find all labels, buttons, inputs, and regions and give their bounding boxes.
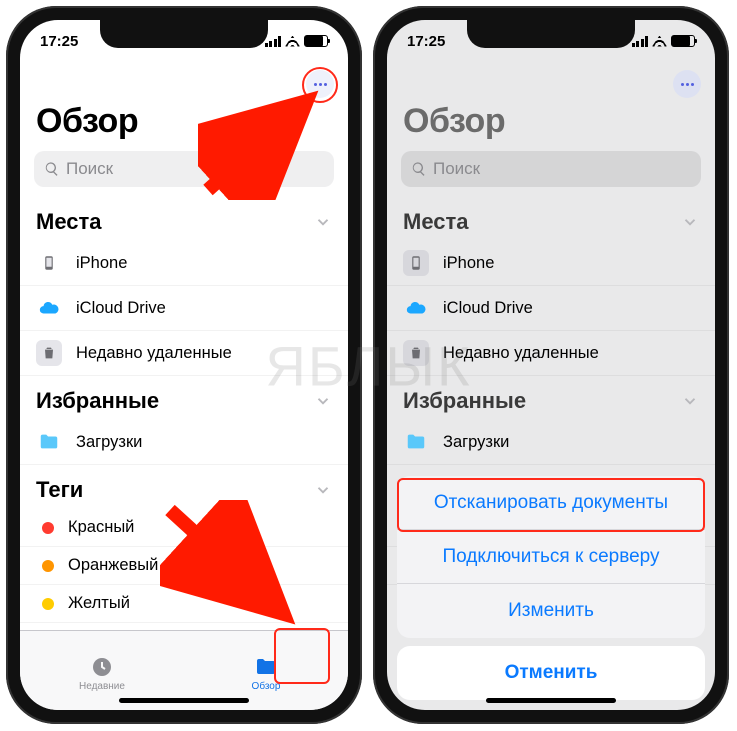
phone-left: 17:25 Обзор Поиск Места iPhone iCloud Dr… bbox=[6, 6, 362, 724]
place-item-iphone[interactable]: iPhone bbox=[20, 241, 348, 286]
section-favorites[interactable]: Избранные bbox=[20, 376, 348, 420]
section-tags-label: Теги bbox=[36, 477, 83, 503]
list-item-label: iPhone bbox=[443, 254, 494, 273]
page-title: Обзор bbox=[387, 62, 715, 151]
action-sheet: Отсканировать документы Подключиться к с… bbox=[387, 476, 715, 710]
sheet-edit-button[interactable]: Изменить bbox=[397, 584, 705, 638]
wifi-icon bbox=[652, 36, 667, 47]
home-indicator[interactable] bbox=[486, 698, 616, 703]
place-item-trash[interactable]: Недавно удаленные bbox=[20, 331, 348, 376]
tab-label: Недавние bbox=[79, 681, 125, 692]
section-favorites[interactable]: Избранные bbox=[387, 376, 715, 420]
section-places[interactable]: Места bbox=[20, 197, 348, 241]
favorite-item-downloads[interactable]: Загрузки bbox=[387, 420, 715, 465]
folder-icon bbox=[36, 429, 62, 455]
chevron-down-icon bbox=[314, 213, 332, 231]
tag-item[interactable]: Желтый bbox=[20, 585, 348, 623]
search-input[interactable]: Поиск bbox=[34, 151, 334, 187]
search-icon bbox=[44, 161, 60, 177]
notch bbox=[467, 20, 635, 48]
more-menu-button[interactable] bbox=[673, 70, 701, 98]
list-item-label: iCloud Drive bbox=[443, 299, 533, 318]
cloud-icon bbox=[36, 295, 62, 321]
chevron-down-icon bbox=[314, 481, 332, 499]
page-title: Обзор bbox=[20, 62, 348, 151]
folder-icon bbox=[253, 655, 279, 679]
place-item-iphone[interactable]: iPhone bbox=[387, 241, 715, 286]
list-item-label: Красный bbox=[68, 518, 134, 537]
chevron-down-icon bbox=[681, 213, 699, 231]
search-placeholder: Поиск bbox=[66, 159, 113, 179]
battery-icon bbox=[671, 35, 695, 47]
search-placeholder: Поиск bbox=[433, 159, 480, 179]
tag-item[interactable]: Красный bbox=[20, 509, 348, 547]
more-menu-button[interactable] bbox=[306, 70, 334, 98]
signal-icon bbox=[265, 36, 282, 47]
sheet-cancel-button[interactable]: Отменить bbox=[397, 646, 705, 700]
tag-dot-icon bbox=[42, 598, 54, 610]
section-favorites-label: Избранные bbox=[36, 388, 159, 414]
trash-icon bbox=[403, 340, 429, 366]
place-item-trash[interactable]: Недавно удаленные bbox=[387, 331, 715, 376]
list-item-label: iPhone bbox=[76, 254, 127, 273]
device-iphone-icon bbox=[403, 250, 429, 276]
chevron-down-icon bbox=[681, 392, 699, 410]
section-places-label: Места bbox=[36, 209, 102, 235]
phone-right: 17:25 Обзор Поиск Места iPhone iCloud Dr… bbox=[373, 6, 729, 724]
signal-icon bbox=[632, 36, 649, 47]
section-places-label: Места bbox=[403, 209, 469, 235]
list-item-label: iCloud Drive bbox=[76, 299, 166, 318]
wifi-icon bbox=[285, 36, 300, 47]
sheet-scan-button[interactable]: Отсканировать документы bbox=[397, 476, 705, 530]
list-item-label: Загрузки bbox=[443, 433, 509, 452]
list-item-label: Недавно удаленные bbox=[443, 344, 599, 363]
section-tags[interactable]: Теги bbox=[20, 465, 348, 509]
cloud-icon bbox=[403, 295, 429, 321]
list-item-label: Оранжевый bbox=[68, 556, 158, 575]
tag-dot-icon bbox=[42, 522, 54, 534]
trash-icon bbox=[36, 340, 62, 366]
clock-icon bbox=[89, 655, 115, 679]
tag-item[interactable]: Оранжевый bbox=[20, 547, 348, 585]
device-iphone-icon bbox=[36, 250, 62, 276]
list-item-label: Загрузки bbox=[76, 433, 142, 452]
place-item-icloud[interactable]: iCloud Drive bbox=[387, 286, 715, 331]
home-indicator[interactable] bbox=[119, 698, 249, 703]
chevron-down-icon bbox=[314, 392, 332, 410]
search-input[interactable]: Поиск bbox=[401, 151, 701, 187]
search-icon bbox=[411, 161, 427, 177]
tab-label: Обзор bbox=[252, 681, 281, 692]
sheet-connect-button[interactable]: Подключиться к серверу bbox=[397, 530, 705, 584]
status-time: 17:25 bbox=[40, 33, 78, 50]
list-item-label: Недавно удаленные bbox=[76, 344, 232, 363]
favorite-item-downloads[interactable]: Загрузки bbox=[20, 420, 348, 465]
place-item-icloud[interactable]: iCloud Drive bbox=[20, 286, 348, 331]
status-time: 17:25 bbox=[407, 33, 445, 50]
section-favorites-label: Избранные bbox=[403, 388, 526, 414]
folder-icon bbox=[403, 429, 429, 455]
list-item-label: Желтый bbox=[68, 594, 130, 613]
section-places[interactable]: Места bbox=[387, 197, 715, 241]
notch bbox=[100, 20, 268, 48]
battery-icon bbox=[304, 35, 328, 47]
tag-dot-icon bbox=[42, 560, 54, 572]
